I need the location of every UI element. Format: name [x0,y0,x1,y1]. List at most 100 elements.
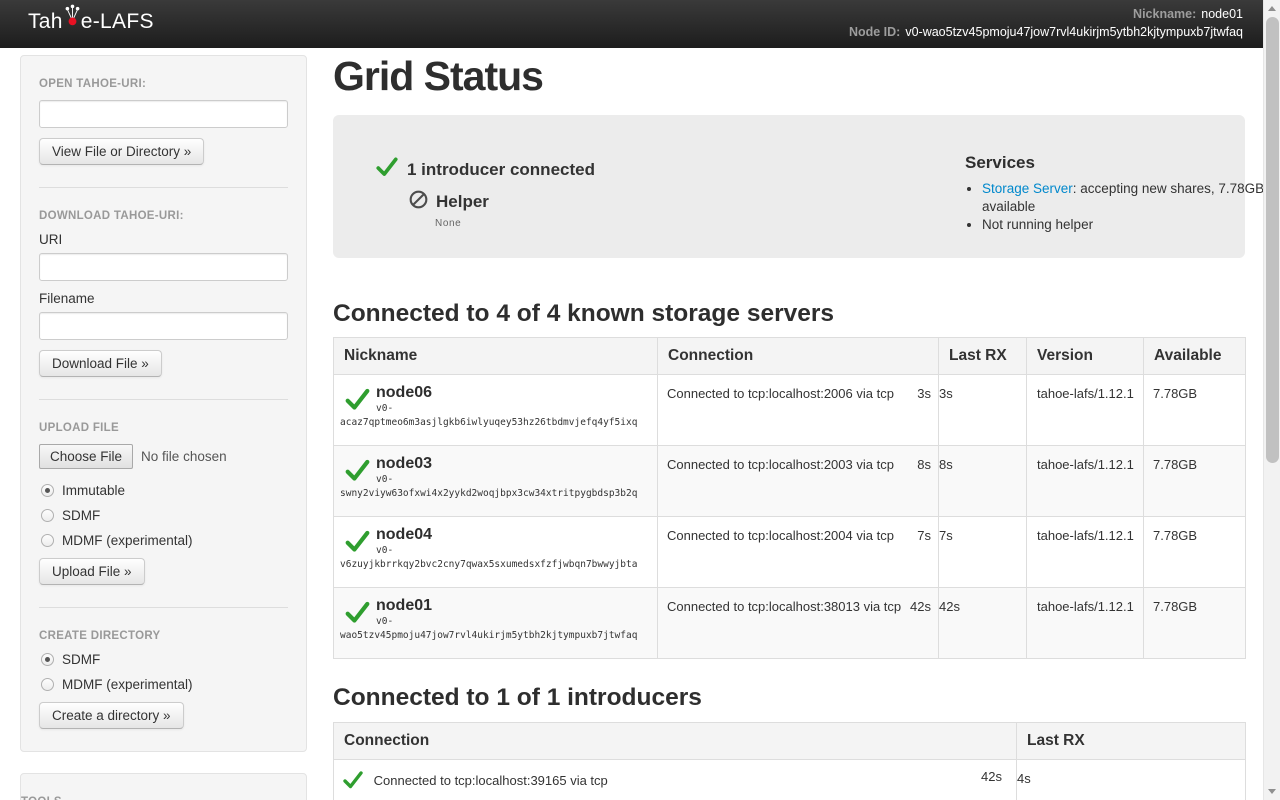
last-rx-value: 7s [939,517,1027,588]
node-id-row: Node ID: v0-wao5tzv45pmoju47jow7rvl4ukirj… [849,24,1243,42]
node-id-label: Node ID: [849,25,900,39]
connected-check-icon [344,528,371,558]
upload-format-radios: Immutable SDMF MDMF (experimental) [39,483,288,548]
upload-file-label: UPLOAD FILE [39,422,288,434]
upload-file-button[interactable]: Upload File » [39,558,145,585]
download-uri-label: DOWNLOAD TAHOE-URI: [39,210,288,222]
column-header-last-rx: Last RX [1017,723,1246,760]
choose-file-button[interactable]: Choose File [39,444,133,469]
connected-check-icon [344,599,371,629]
mkdir-format-radios: SDMF MDMF (experimental) [39,652,288,692]
check-icon [375,155,399,184]
scrollbar-up-button[interactable] [1264,0,1280,17]
open-uri-input[interactable] [39,100,288,128]
mkdir-radio-sdmf[interactable]: SDMF [41,652,288,667]
column-header-connection: Connection [334,723,1017,760]
download-uri-section: DOWNLOAD TAHOE-URI: URI Filename Downloa… [39,187,288,399]
helper-status-row: Helper [408,189,595,215]
upload-radio-sdmf[interactable]: SDMF [41,508,288,523]
server-id-hash: acaz7qptmeo6m3asjlgkb6iwlyuqey53hz26tbdm… [340,417,651,428]
column-header-version: Version [1027,338,1144,375]
connection-age: 42s [910,599,931,614]
upload-radio-immutable[interactable]: Immutable [41,483,288,498]
connection-age: 8s [917,457,931,472]
server-id-prefix: v0- [376,616,651,627]
connected-check-icon [344,386,371,416]
tools-panel: TOOLS Recent and Active Operations [20,773,307,800]
server-nickname: node04 [376,523,651,544]
nickname-row: Nickname:node01 [849,6,1243,24]
radio-label: MDMF (experimental) [62,533,193,548]
filename-field-label: Filename [39,291,288,306]
radio-button-icon[interactable] [41,678,54,691]
connection-age: 7s [917,528,931,543]
create-directory-section: CREATE DIRECTORY SDMFMDMF (experimental)… [39,607,288,751]
uri-field-label: URI [39,232,288,247]
grid-status-panel: 1 introducer connected Helper None Servi… [333,115,1245,258]
column-header-last-rx: Last RX [939,338,1027,375]
server-id-prefix: v0- [376,474,651,485]
version-value: tahoe-lafs/1.12.1 [1027,588,1144,659]
connection-text: Connected to tcp:localhost:2004 via tcp [667,528,894,543]
scrollbar-thumb[interactable] [1266,17,1279,463]
radio-label: Immutable [62,483,125,498]
sidebar-forms-panel: OPEN TAHOE-URI: View File or Directory »… [20,55,307,752]
introducer-row: 42s Connected to tcp:localhost:39165 via… [334,760,1246,800]
introducer-status-row: 1 introducer connected [375,155,595,184]
brand-text-pre: Tah [28,10,63,34]
server-id-hash: wao5tzv45pmoju47jow7rvl4ukirjm5ytbh2kjty… [340,630,651,641]
connection-text: Connected to tcp:localhost:2006 via tcp [667,386,894,401]
introducers-table-header: ConnectionLast RX [334,723,1246,760]
last-rx-value: 42s [939,588,1027,659]
radio-button-icon[interactable] [41,509,54,522]
download-filename-input[interactable] [39,312,288,340]
create-directory-button[interactable]: Create a directory » [39,702,184,729]
storage-server-link[interactable]: Storage Server [982,181,1073,196]
introducers-table: ConnectionLast RX 42s Connected to tcp:l… [333,722,1246,800]
radio-button-icon[interactable] [41,653,54,666]
mkdir-radio-mdmf-experimental[interactable]: MDMF (experimental) [41,677,288,692]
storage-server-row: node06 v0- acaz7qptmeo6m3asjlgkb6iwlyuqe… [334,375,1246,446]
available-space-value: 7.78GB [1144,588,1246,659]
storage-servers-table: NicknameConnectionLast RXVersionAvailabl… [333,337,1246,659]
tahoe-logo-icon [64,3,81,33]
version-value: tahoe-lafs/1.12.1 [1027,375,1144,446]
server-id-prefix: v0- [376,545,651,556]
introducers-heading: Connected to 1 of 1 introducers [333,684,1245,712]
services-title: Services [965,153,1277,173]
vertical-scrollbar[interactable] [1263,0,1280,800]
available-space-value: 7.78GB [1144,517,1246,588]
download-file-button[interactable]: Download File » [39,350,162,377]
open-uri-label: OPEN TAHOE-URI: [39,78,288,90]
version-value: tahoe-lafs/1.12.1 [1027,446,1144,517]
radio-label: SDMF [62,652,100,667]
scrollbar-down-button[interactable] [1264,783,1280,800]
radio-label: MDMF (experimental) [62,677,193,692]
open-uri-section: OPEN TAHOE-URI: View File or Directory » [39,56,288,187]
radio-button-icon[interactable] [41,534,54,547]
server-id-prefix: v0- [376,403,651,414]
radio-button-icon[interactable] [41,484,54,497]
storage-servers-heading: Connected to 4 of 4 known storage server… [333,300,1245,328]
view-file-button[interactable]: View File or Directory » [39,138,204,165]
upload-radio-mdmf-experimental[interactable]: MDMF (experimental) [41,533,288,548]
navbar: Tahe-LAFS Nickname:node01 Node ID:v0-wao… [0,0,1263,48]
helper-value: None [435,218,595,229]
connection-age: 3s [917,386,931,401]
node-id-value: v0-wao5tzv45pmoju47jow7rvl4ukirjm5ytbh2k… [905,25,1243,39]
connection-text: Connected to tcp:localhost:39165 via tcp [374,773,608,788]
download-uri-input[interactable] [39,253,288,281]
storage-server-row: node04 v0- v6zuyjkbrrkqy2bvc2cny7qwax5sx… [334,517,1246,588]
server-id-hash: v6zuyjkbrrkqy2bvc2cny7qwax5sxumedsxfzfjw… [340,559,651,570]
connection-text: Connected to tcp:localhost:2003 via tcp [667,457,894,472]
scroll-up-icon [1268,6,1276,11]
storage-server-row: node03 v0- swny2viyw63ofxwi4x2yykd2woqjb… [334,446,1246,517]
column-header-nickname: Nickname [334,338,658,375]
no-helper-icon [408,189,429,215]
connected-check-icon [344,457,371,487]
services-list: Storage Server: accepting new shares, 7.… [982,180,1277,234]
nickname-label: Nickname: [1133,7,1196,21]
file-chosen-status: No file chosen [141,449,227,464]
available-space-value: 7.78GB [1144,375,1246,446]
upload-file-section: UPLOAD FILE Choose File No file chosen I… [39,399,288,607]
